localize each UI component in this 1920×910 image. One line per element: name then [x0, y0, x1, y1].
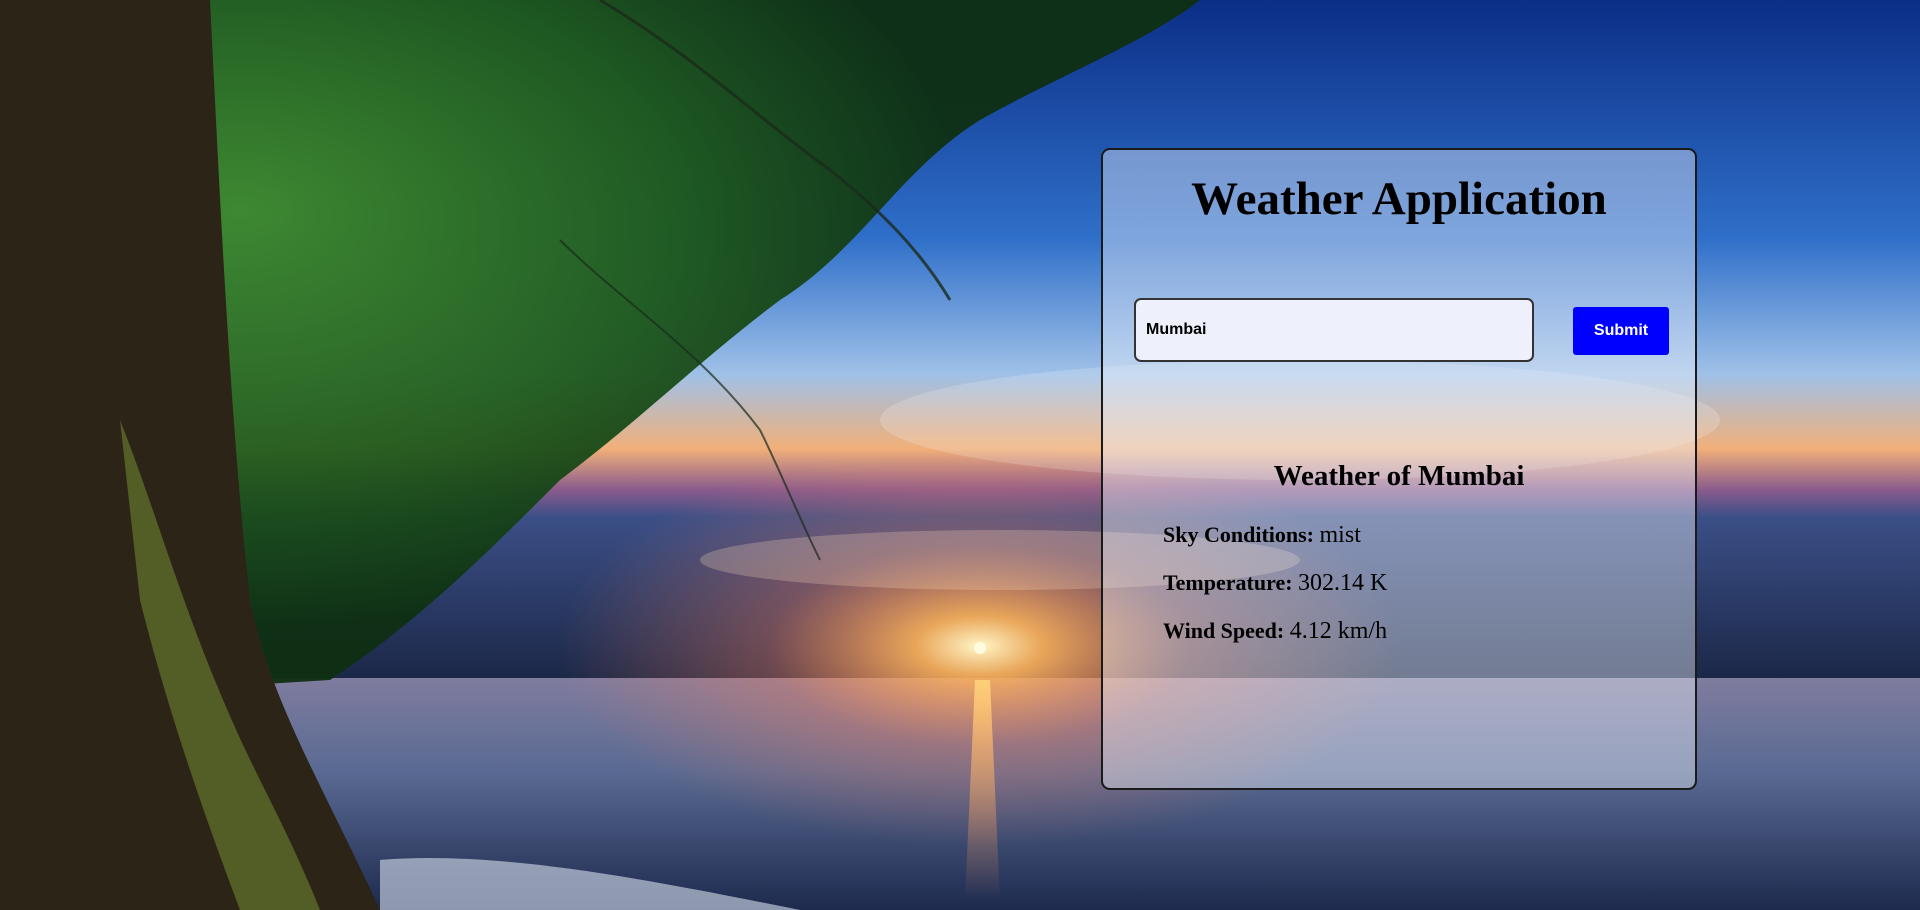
- temperature-row: Temperature: 302.14 K: [1163, 570, 1387, 597]
- result-heading: Weather of Mumbai: [1273, 460, 1525, 492]
- wind-speed-label: Wind Speed:: [1163, 618, 1290, 643]
- sky-conditions-row: Sky Conditions: mist: [1163, 522, 1361, 549]
- submit-button[interactable]: Submit: [1573, 307, 1669, 355]
- city-input[interactable]: [1134, 298, 1534, 362]
- temperature-value: 302.14 K: [1298, 570, 1388, 596]
- sky-conditions-value: mist: [1319, 522, 1361, 548]
- app-title: Weather Application: [1191, 173, 1607, 225]
- weather-card: Weather Application Submit Weather of Mu…: [1101, 148, 1697, 790]
- sky-conditions-label: Sky Conditions:: [1163, 522, 1320, 547]
- wind-speed-value: 4.12 km/h: [1289, 618, 1388, 644]
- temperature-label: Temperature:: [1163, 570, 1299, 595]
- app-root: Weather Application Submit Weather of Mu…: [0, 0, 1920, 910]
- wind-speed-row: Wind Speed: 4.12 km/h: [1163, 618, 1387, 645]
